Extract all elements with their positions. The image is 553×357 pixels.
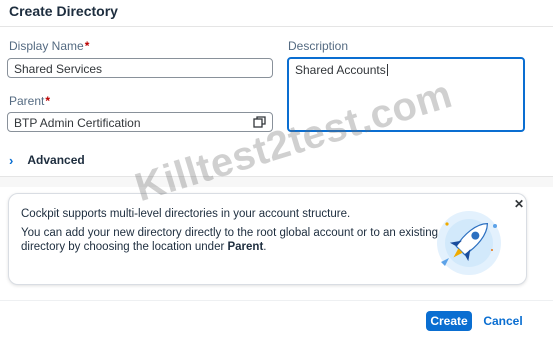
create-directory-dialog: Create Directory Display Name* Shared Se… [0, 0, 553, 357]
required-mark: * [45, 94, 51, 108]
parent-input[interactable]: BTP Admin Certification [7, 112, 273, 132]
close-icon[interactable]: ✕ [513, 198, 525, 210]
parent-value: BTP Admin Certification [14, 116, 141, 130]
parent-label-text: Parent [9, 94, 45, 108]
chevron-right-icon: › [9, 152, 14, 168]
value-help-icon[interactable] [253, 116, 267, 128]
dialog-header: Create Directory [0, 0, 553, 27]
cancel-button[interactable]: Cancel [480, 311, 526, 331]
display-name-input[interactable]: Shared Services [7, 58, 273, 78]
advanced-toggle[interactable]: › Advanced [9, 151, 85, 169]
dialog-title: Create Directory [9, 3, 118, 19]
info-line-3-text: directory by choosing the location under [21, 241, 228, 253]
info-line-3: directory by choosing the location under… [21, 241, 266, 253]
display-name-value: Shared Services [14, 62, 103, 76]
section-gap [0, 177, 553, 187]
description-value: Shared Accounts [295, 63, 386, 77]
description-label: Description [288, 39, 349, 53]
advanced-label: Advanced [27, 153, 85, 167]
text-caret [386, 64, 388, 76]
info-line-3-end: . [263, 241, 267, 253]
info-message-card: Cockpit supports multi-level directories… [8, 193, 527, 285]
footer-divider [0, 300, 553, 301]
rocket-illustration [437, 211, 501, 275]
description-textarea[interactable]: Shared Accounts [287, 57, 525, 132]
required-mark: * [84, 39, 90, 53]
create-button[interactable]: Create [426, 311, 472, 331]
parent-label: Parent* [9, 94, 50, 108]
info-line-2: You can add your new directory directly … [21, 227, 439, 239]
display-name-label: Display Name* [9, 39, 89, 53]
info-line-1: Cockpit supports multi-level directories… [21, 208, 351, 220]
display-name-label-text: Display Name [9, 39, 84, 53]
parent-emphasis: Parent [227, 241, 264, 253]
